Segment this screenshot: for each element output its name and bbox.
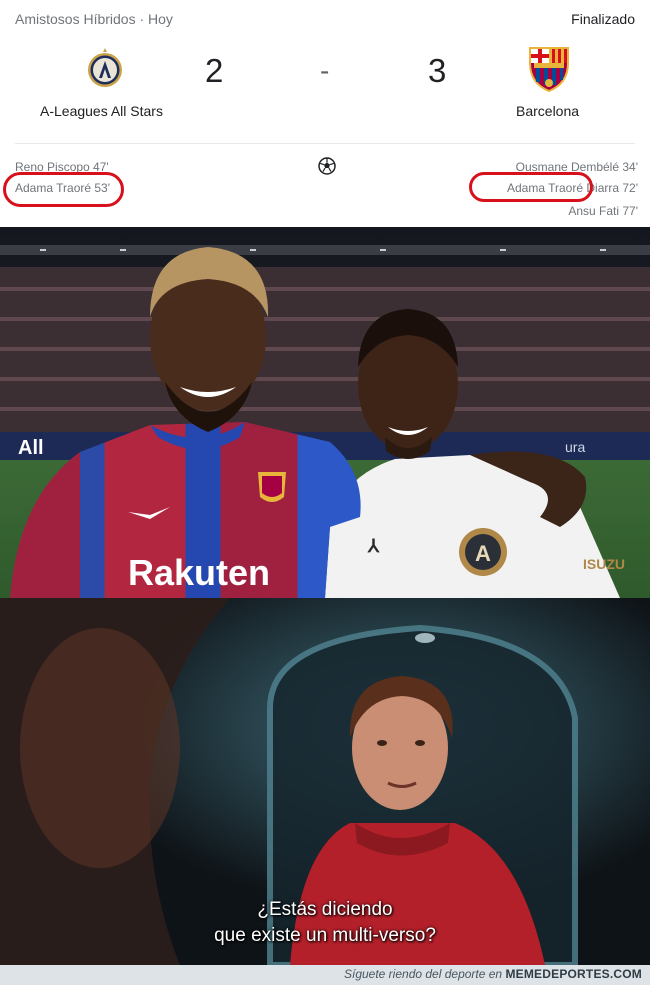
- score-separator: -: [320, 55, 330, 86]
- competition-label[interactable]: Amistosos Híbridos · Hoy: [15, 11, 173, 27]
- match-scorecard: Amistosos Híbridos · Hoy Finalizado A-Le…: [0, 0, 650, 227]
- home-kit-sponsor: Rakuten: [128, 552, 270, 593]
- footer-text: Síguete riendo del deporte en: [343, 967, 503, 981]
- svg-text:⅄: ⅄: [367, 536, 380, 556]
- away-team-name[interactable]: Barcelona: [516, 103, 579, 119]
- soccer-ball-icon: [318, 157, 336, 175]
- subtitle-line-2: que existe un multi-verso?: [214, 925, 436, 946]
- match-status: Finalizado: [571, 11, 635, 27]
- home-team-name[interactable]: A-Leagues All Stars: [40, 103, 163, 119]
- svg-text:All: All: [18, 437, 44, 459]
- footer-credit: Síguete riendo del deporte en MEMEDEPORT…: [344, 967, 642, 981]
- barcelona-crest-icon[interactable]: [526, 45, 572, 93]
- players-photo: All ura A ⅄ ISUZU Rakuten: [0, 227, 650, 598]
- a-leagues-crest-icon[interactable]: [86, 48, 124, 88]
- home-score: 2: [205, 52, 224, 89]
- footer-bar: Síguete riendo del deporte en MEMEDEPORT…: [0, 965, 650, 985]
- away-score: 3: [428, 52, 447, 89]
- away-scorer[interactable]: Ansu Fati 77': [568, 204, 638, 218]
- away-kit-sponsor: ISUZU: [583, 556, 625, 572]
- subtitle-line-1: ¿Estás diciendo: [257, 899, 393, 920]
- scorecard-header: Amistosos Híbridos · Hoy Finalizado: [15, 11, 635, 31]
- svg-text:ura: ura: [565, 439, 585, 455]
- svg-text:A: A: [475, 541, 491, 566]
- footer-brand-link[interactable]: MEMEDEPORTES.COM: [505, 967, 642, 981]
- scorecard-divider: [15, 143, 635, 144]
- highlight-circle-home: [3, 172, 124, 207]
- stadium-photo-illustration: All ura A ⅄ ISUZU Rakuten: [0, 227, 650, 598]
- highlight-circle-away: [469, 172, 593, 202]
